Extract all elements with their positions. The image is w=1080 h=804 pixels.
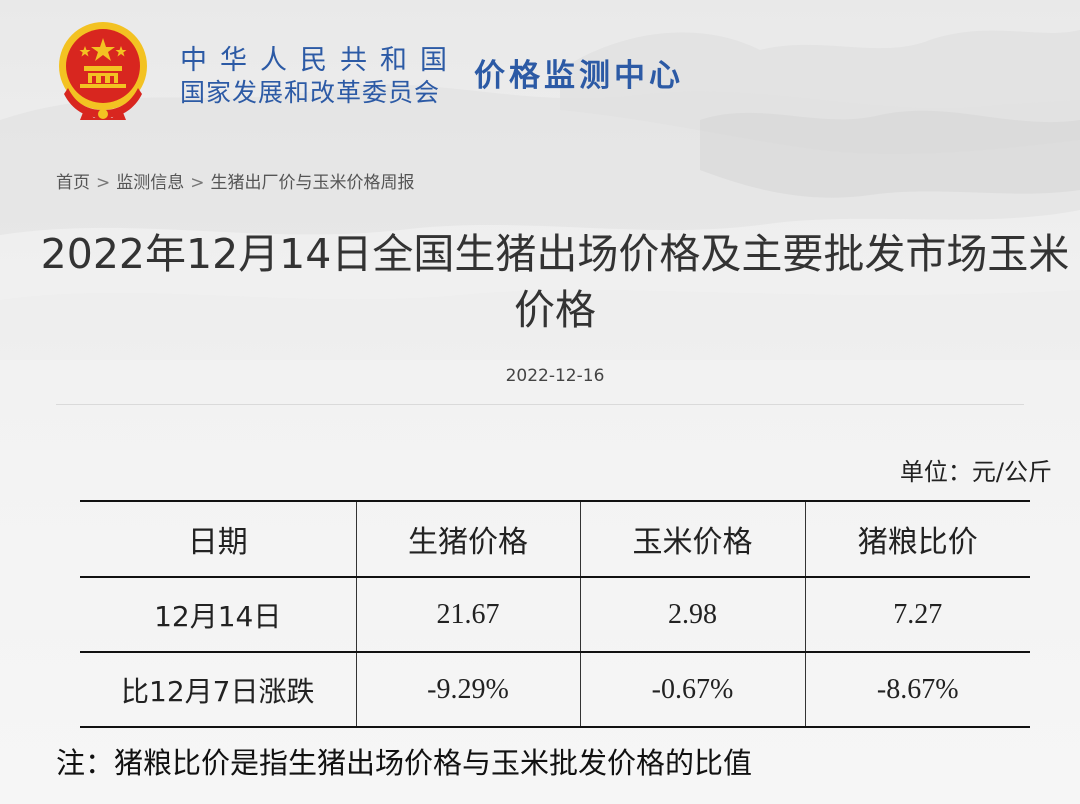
national-emblem-icon bbox=[59, 22, 147, 120]
hog-grain-ratio-cell: 7.27 bbox=[804, 576, 1030, 653]
footnote: 注：猪粮比价是指生猪出场价格与玉米批发价格的比值 bbox=[56, 746, 753, 780]
table-row: 比12月7日涨跌 -9.29% -0.67% -8.67% bbox=[80, 651, 1030, 728]
table-header-row: 日期 生猪价格 玉米价格 猪粮比价 bbox=[80, 500, 1030, 578]
row-date-cell: 12月14日 bbox=[80, 576, 357, 653]
hog-grain-ratio-change-cell: -8.67% bbox=[804, 651, 1030, 728]
column-header-hog-grain-ratio: 猪粮比价 bbox=[804, 500, 1030, 578]
title-divider bbox=[56, 404, 1024, 405]
org-name-cn: 中华人民共和国 bbox=[180, 45, 460, 76]
unit-label: 单位：元/公斤 bbox=[899, 458, 1052, 486]
price-table: 日期 生猪价格 玉米价格 猪粮比价 12月14日 21.67 2.98 7.27… bbox=[80, 500, 1030, 728]
corn-price-change-cell: -0.67% bbox=[579, 651, 806, 728]
ndrc-name: 国家发展和改革委员会 bbox=[180, 78, 441, 107]
column-header-date: 日期 bbox=[80, 500, 357, 578]
corn-price-cell: 2.98 bbox=[579, 576, 806, 653]
column-header-corn-price: 玉米价格 bbox=[579, 500, 806, 578]
price-monitoring-center-name: 价格监测中心 bbox=[474, 58, 684, 94]
column-header-hog-price: 生猪价格 bbox=[355, 500, 581, 578]
breadcrumb-weekly-report-link[interactable]: 生猪出厂价与玉米价格周报 bbox=[211, 173, 415, 193]
article-title: 2022年12月14日全国生猪出场价格及主要批发市场玉米价格 bbox=[40, 230, 1070, 334]
hog-price-cell: 21.67 bbox=[355, 576, 581, 653]
breadcrumb-separator: > bbox=[190, 173, 205, 193]
site-header: 中华人民共和国 国家发展和改革委员会 价格监测中心 bbox=[0, 0, 1080, 140]
breadcrumb-monitoring-link[interactable]: 监测信息 bbox=[116, 173, 184, 193]
breadcrumb-separator: > bbox=[96, 173, 111, 193]
hog-price-change-cell: -9.29% bbox=[355, 651, 581, 728]
breadcrumb: 首页 > 监测信息 > 生猪出厂价与玉米价格周报 bbox=[56, 168, 415, 193]
breadcrumb-home-link[interactable]: 首页 bbox=[56, 173, 90, 193]
publish-date: 2022-12-16 bbox=[505, 366, 605, 386]
row-change-label-cell: 比12月7日涨跌 bbox=[80, 651, 357, 728]
table-row: 12月14日 21.67 2.98 7.27 bbox=[80, 576, 1030, 653]
